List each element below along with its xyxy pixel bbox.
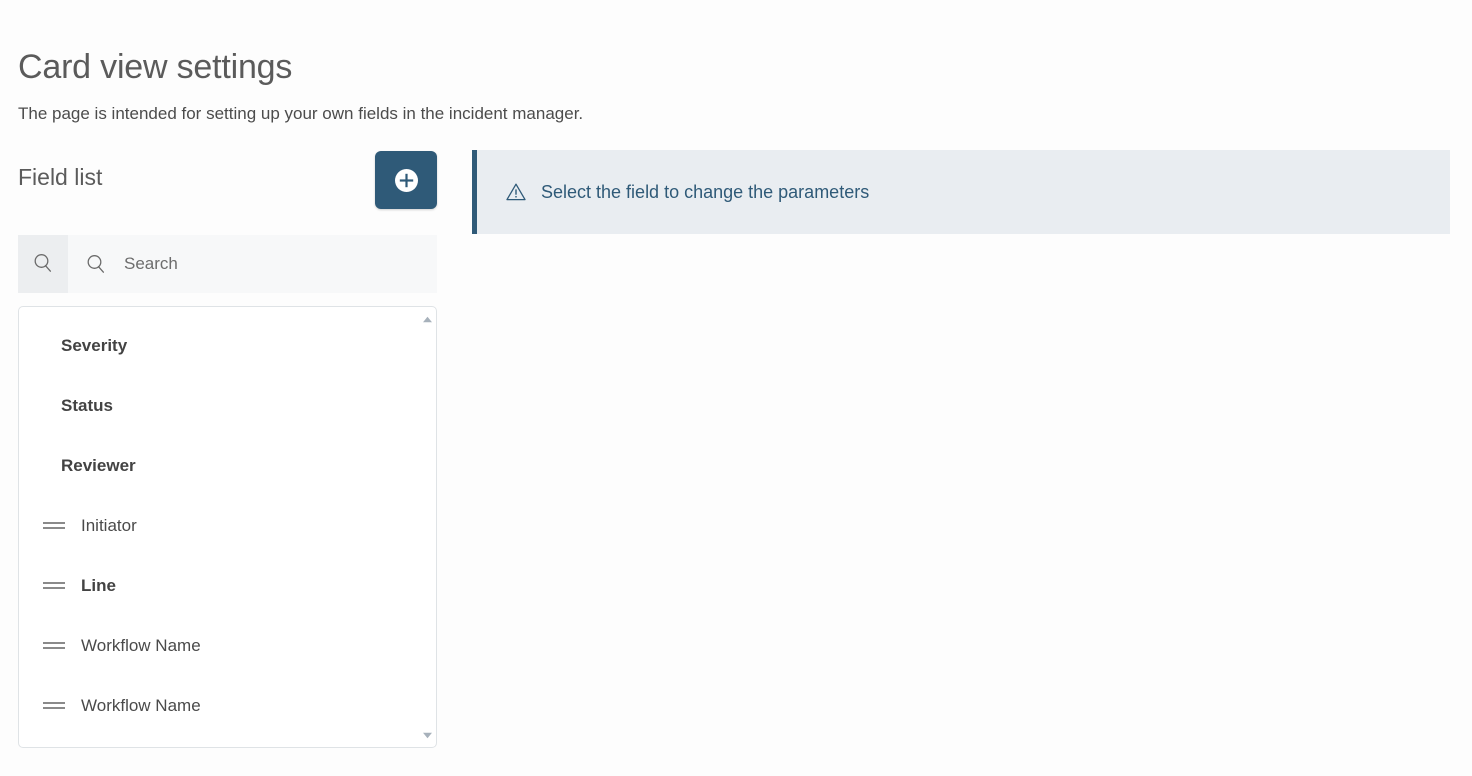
list-item-label: Workflow Name [81, 695, 201, 715]
card-view-settings-page: Card view settings The page is intended … [0, 0, 1472, 776]
plus-circle-icon [394, 168, 419, 193]
list-item-label: Status [61, 395, 113, 415]
list-item[interactable]: Workflow Name [19, 615, 436, 675]
search-icon [84, 252, 108, 276]
list-item[interactable]: Line [19, 555, 436, 615]
search-button[interactable] [18, 235, 68, 293]
list-item-label: Reviewer [61, 455, 136, 475]
select-field-alert: Select the field to change the parameter… [472, 150, 1450, 234]
drag-handle-icon[interactable] [43, 519, 67, 531]
search-input[interactable] [108, 235, 437, 293]
warning-triangle-icon [505, 181, 527, 203]
list-item-label: Workflow Name [81, 635, 201, 655]
list-item-label: Line [81, 575, 116, 595]
field-list-items: Severity Status Reviewer Initiator Line Workf… [19, 307, 436, 747]
list-item[interactable]: Status [19, 375, 436, 435]
triangle-up-icon [422, 310, 433, 328]
triangle-down-icon [422, 726, 433, 744]
search-bar [18, 235, 437, 293]
drag-handle-icon[interactable] [43, 639, 67, 651]
search-input-wrapper[interactable] [68, 235, 437, 293]
list-item-label: Severity [61, 335, 128, 355]
scroll-down-button[interactable] [420, 728, 435, 742]
scroll-up-button[interactable] [420, 312, 435, 326]
list-item[interactable]: Reviewer [19, 435, 436, 495]
drag-handle-icon[interactable] [43, 579, 67, 591]
field-list-scrollbar[interactable] [420, 308, 435, 746]
search-icon [32, 252, 54, 277]
page-title: Card view settings [18, 47, 293, 86]
list-item-label: Initiator [81, 515, 137, 535]
drag-handle-icon[interactable] [43, 699, 67, 711]
field-list-header: Field list [18, 140, 437, 210]
alert-message: Select the field to change the parameter… [541, 182, 870, 202]
list-item[interactable]: Initiator [19, 495, 436, 555]
field-list-box: Severity Status Reviewer Initiator Line Workf… [18, 306, 437, 748]
list-item[interactable]: Severity [19, 315, 436, 375]
field-list-title: Field list [18, 164, 103, 190]
list-item[interactable]: Workflow Name [19, 675, 436, 735]
field-list-panel: Field list Search Severity Status Review… [0, 140, 455, 770]
add-field-button[interactable] [375, 151, 437, 209]
page-subtitle: The page is intended for setting up your… [18, 104, 584, 123]
